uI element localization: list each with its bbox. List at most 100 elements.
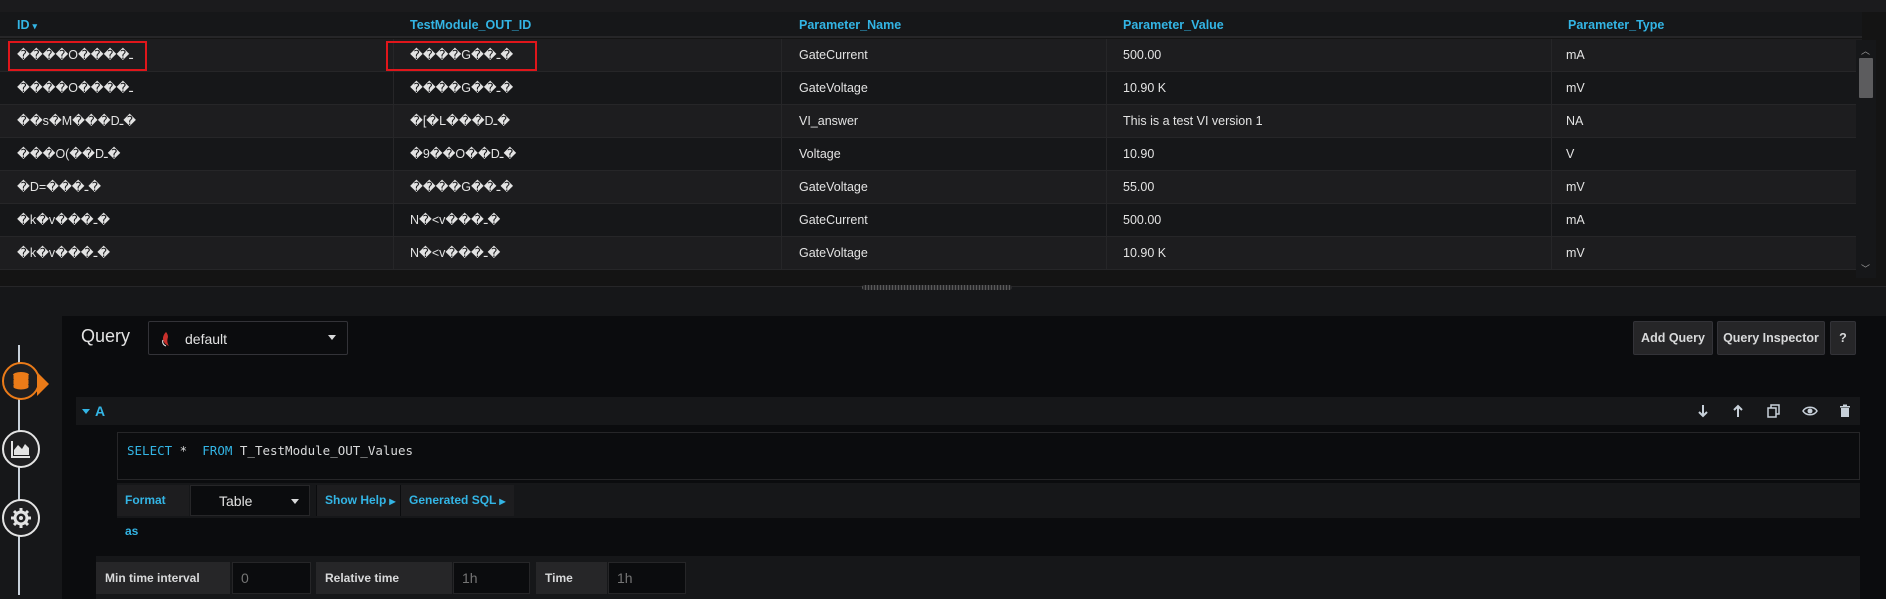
- column-header-parameter-value[interactable]: Parameter_Value: [1123, 12, 1224, 38]
- cell-parameter-value: 10.90: [1107, 138, 1552, 171]
- cell-parameter-type: NA: [1566, 114, 1584, 128]
- delete-icon[interactable]: [1835, 402, 1855, 420]
- datasource-picker[interactable]: default: [148, 321, 348, 355]
- query-title: Query: [81, 326, 131, 346]
- cell-testmodule-out-id: �[�L���Dـ�: [394, 105, 782, 138]
- table-scrollbar[interactable]: ︿ ﹀: [1856, 40, 1876, 278]
- cell-parameter-name: GateCurrent: [782, 204, 1107, 237]
- sql-keyword-select: SELECT: [127, 443, 173, 458]
- scrollbar-thumb[interactable]: [1859, 58, 1873, 98]
- scroll-up-icon[interactable]: ︿: [1861, 44, 1870, 57]
- query-ref-id[interactable]: A: [95, 403, 105, 419]
- min-time-interval-label: Min time intervali: [96, 562, 230, 594]
- query-row-header[interactable]: [76, 397, 1860, 425]
- highlight-box-testmodule-out-id: [386, 41, 537, 71]
- table-row[interactable]: ��s�M���Dـ� �[�L���Dـ� VI_answer This is…: [0, 105, 1862, 138]
- column-header-id[interactable]: ID ▾: [17, 12, 37, 38]
- cell-parameter-value: This is a test VI version 1: [1107, 105, 1552, 138]
- format-value: Table: [219, 493, 253, 509]
- database-icon-glyph: [12, 372, 30, 391]
- sort-desc-icon: ▾: [32, 21, 38, 31]
- cell-parameter-type: mV: [1566, 246, 1585, 260]
- sql-star: *: [172, 443, 203, 458]
- table-row[interactable]: �k�v���ـ� N�<v���ـ� GateVoltage 10.90 K …: [0, 237, 1862, 270]
- cell-id: ����O����ـ: [0, 72, 394, 105]
- cell-testmodule-out-id: ����G��ـ�: [394, 171, 782, 204]
- sql-query-text[interactable]: SELECT * FROM T_TestModule_OUT_Values: [127, 443, 413, 458]
- sql-table-name: T_TestModule_OUT_Values: [232, 443, 413, 458]
- active-step-arrow: [37, 372, 49, 396]
- show-help-label: Show Help: [325, 493, 387, 507]
- chevron-down-icon: [328, 335, 336, 340]
- scroll-down-icon[interactable]: ﹀: [1861, 262, 1870, 275]
- cell-parameter-name: GateVoltage: [782, 171, 1107, 204]
- cell-id: �k�v���ـ�: [0, 204, 394, 237]
- panel-top-strip: [0, 0, 1886, 12]
- min-time-interval-input[interactable]: [232, 562, 311, 594]
- visualization-icon[interactable]: [2, 430, 40, 468]
- cell-parameter-type: mV: [1566, 180, 1585, 194]
- column-header-testmodule-out-id[interactable]: TestModule_OUT_ID: [410, 12, 531, 38]
- time-shift-input[interactable]: [608, 562, 686, 594]
- cell-id: ��s�M���Dـ�: [0, 105, 394, 138]
- settings-gear-icon[interactable]: [2, 499, 40, 537]
- cell-testmodule-out-id: �9��O��Dـ�: [394, 138, 782, 171]
- chevron-down-icon: [291, 499, 299, 504]
- toggle-visibility-icon[interactable]: [1800, 402, 1820, 420]
- table-row[interactable]: ����O����ـ ����G��ـ� GateVoltage 10.90 K…: [0, 72, 1862, 105]
- datasource-label: default: [185, 331, 228, 347]
- format-select[interactable]: Table: [190, 485, 310, 516]
- generated-sql-label: Generated SQL: [409, 493, 497, 507]
- cell-parameter-name: VI_answer: [782, 105, 1107, 138]
- column-header-parameter-type[interactable]: Parameter_Type: [1568, 12, 1664, 38]
- time-shift-label: Time shift: [536, 562, 607, 594]
- query-inspector-button[interactable]: Query Inspector: [1717, 321, 1825, 355]
- cell-parameter-type: mV: [1566, 81, 1585, 95]
- cell-parameter-name: GateCurrent: [782, 39, 1107, 72]
- format-as-label: Format as: [117, 485, 189, 538]
- cell-id: �k�v���ـ�: [0, 237, 394, 270]
- table-row[interactable]: ���O(��Dـ� �9��O��Dـ� Voltage 10.90 V: [0, 138, 1862, 171]
- cell-parameter-type: mA: [1566, 48, 1585, 62]
- help-button[interactable]: ?: [1830, 321, 1856, 355]
- move-up-icon[interactable]: [1728, 402, 1748, 420]
- gear-icon: [11, 508, 31, 528]
- cell-parameter-value: 500.00: [1107, 39, 1552, 72]
- cell-parameter-name: Voltage: [782, 138, 1107, 171]
- database-icon[interactable]: [2, 362, 40, 400]
- cell-id: ���O(��Dـ�: [0, 138, 394, 171]
- cell-id: �D=���ـ�: [0, 171, 394, 204]
- cell-testmodule-out-id: N�<v���ـ�: [394, 204, 782, 237]
- table-row[interactable]: �k�v���ـ� N�<v���ـ� GateCurrent 500.00 m…: [0, 204, 1862, 237]
- cell-parameter-type: mA: [1566, 213, 1585, 227]
- area-chart-icon: [11, 441, 30, 458]
- table-header: ID ▾ TestModule_OUT_ID Parameter_Name Par…: [0, 12, 1862, 38]
- cell-parameter-value: 55.00: [1107, 171, 1552, 204]
- column-header-label: ID: [17, 18, 30, 32]
- sql-keyword-from: FROM: [202, 443, 233, 458]
- collapse-caret-icon[interactable]: [82, 409, 90, 414]
- panel-resize-handle[interactable]: [862, 285, 1012, 290]
- caret-right-icon: ▶: [389, 497, 396, 506]
- table-row[interactable]: ����O����ـ ����G��ـ� GateCurrent 500.00 …: [0, 39, 1862, 72]
- table-row[interactable]: �D=���ـ� ����G��ـ� GateVoltage 55.00 mV: [0, 171, 1862, 204]
- results-table-panel: ID ▾ TestModule_OUT_ID Parameter_Name Par…: [0, 0, 1886, 287]
- caret-right-icon: ▶: [499, 497, 506, 506]
- cell-parameter-name: GateVoltage: [782, 237, 1107, 270]
- cell-parameter-type: V: [1566, 147, 1575, 161]
- duplicate-icon[interactable]: [1764, 402, 1784, 420]
- relative-time-input[interactable]: [453, 562, 530, 594]
- move-down-icon[interactable]: [1693, 402, 1713, 420]
- column-header-parameter-name[interactable]: Parameter_Name: [799, 12, 901, 38]
- generated-sql-button[interactable]: Generated SQL ▶: [400, 485, 514, 516]
- cell-parameter-name: GateVoltage: [782, 72, 1107, 105]
- cell-parameter-value: 500.00: [1107, 204, 1552, 237]
- cell-testmodule-out-id: ����G��ـ�: [394, 72, 782, 105]
- show-help-button[interactable]: Show Help ▶: [316, 485, 404, 516]
- cell-parameter-value: 10.90 K: [1107, 237, 1552, 270]
- add-query-button[interactable]: Add Query: [1633, 321, 1713, 355]
- cell-testmodule-out-id: N�<v���ـ�: [394, 237, 782, 270]
- cell-parameter-value: 10.90 K: [1107, 72, 1552, 105]
- highlight-box-id: [8, 41, 147, 71]
- mssql-datasource-icon: [162, 332, 169, 347]
